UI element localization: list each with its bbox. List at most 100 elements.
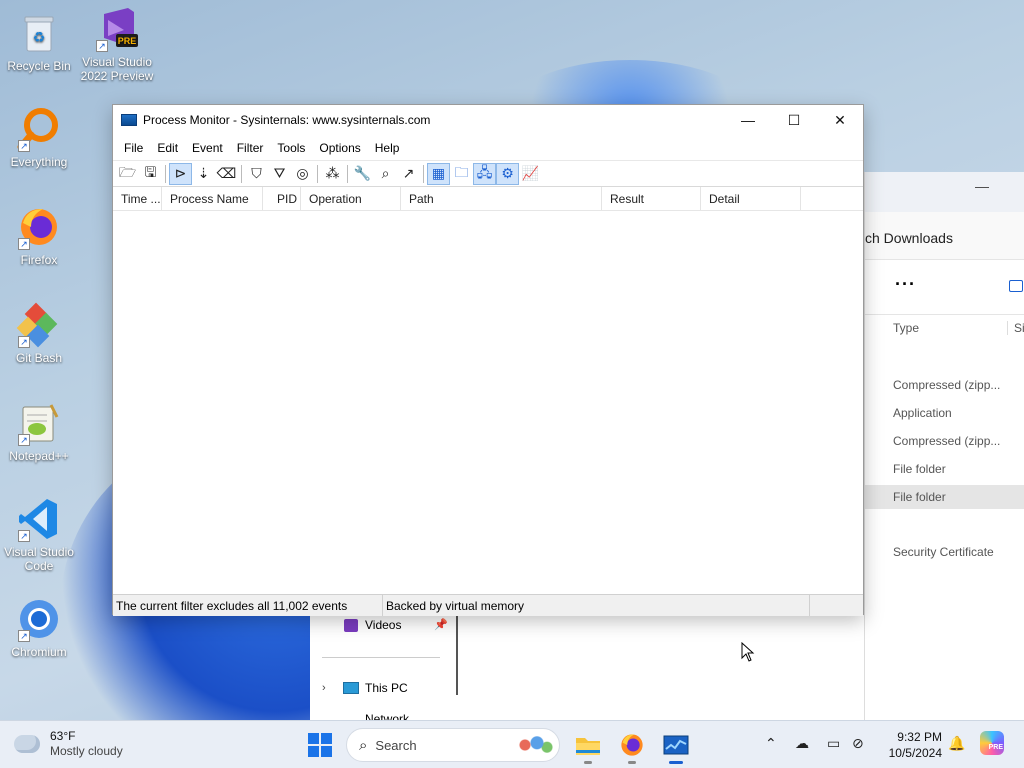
taskbar-firefox[interactable] <box>616 729 648 764</box>
notepad-plus-plus-icon: ↗ <box>16 400 62 446</box>
explorer-content-area <box>466 615 864 720</box>
menu-help[interactable]: Help <box>368 141 407 155</box>
weather-condition: Mostly cloudy <box>50 744 123 758</box>
process-tree-icon[interactable]: ⁂ <box>321 163 344 185</box>
network-icon[interactable]: ⊘ <box>852 735 864 752</box>
shortcut-arrow-icon: ↗ <box>18 630 30 642</box>
explorer-column-header: Type Siz <box>865 315 1024 343</box>
desktop-icon-git-bash[interactable]: ↗ Git Bash <box>0 302 78 365</box>
pin-icon: 📌 <box>434 619 448 631</box>
taskbar: 63°F Mostly cloudy ⌕ Search ⌃ ☁ ▭ ⊘ 9:32… <box>0 720 1024 768</box>
desktop-icon-label: Git Bash <box>15 351 63 365</box>
autoscroll-icon[interactable]: ⇣ <box>192 163 215 185</box>
desktop-icon-chromium[interactable]: ↗ Chromium <box>0 596 78 659</box>
minimize-button[interactable]: — <box>725 105 771 135</box>
status-memory-text: Backed by virtual memory <box>383 595 810 616</box>
procmon-titlebar[interactable]: Process Monitor - Sysinternals: www.sysi… <box>113 105 863 135</box>
show-process-icon[interactable]: ⚙ <box>496 162 519 185</box>
show-registry-icon[interactable]: ▦ <box>427 162 450 185</box>
desktop-icon-everything[interactable]: ↗ Everything <box>0 106 78 169</box>
menu-file[interactable]: File <box>117 141 150 155</box>
explorer-address-bar[interactable]: ch Downloads <box>865 212 1024 260</box>
desktop-icon-visual-studio[interactable]: PRE ↗ Visual Studio 2022 Preview <box>78 6 156 83</box>
maximize-button[interactable]: ☐ <box>771 105 817 135</box>
event-list[interactable] <box>113 211 863 594</box>
chevron-up-icon[interactable]: ⌃ <box>765 735 777 752</box>
menu-tools[interactable]: Tools <box>270 141 312 155</box>
menu-filter[interactable]: Filter <box>230 141 271 155</box>
column-pid[interactable]: PID <box>263 187 301 210</box>
everything-search-icon: ↗ <box>16 106 62 152</box>
recycle-bin-icon: ♻ <box>16 10 62 56</box>
desktop-icon-notepad-plus-plus[interactable]: ↗ Notepad++ <box>0 400 78 463</box>
resize-grip[interactable] <box>810 595 863 616</box>
taskbar-process-monitor[interactable] <box>660 729 692 764</box>
search-icon: ⌕ <box>359 736 368 754</box>
running-indicator <box>669 761 683 764</box>
menu-event[interactable]: Event <box>185 141 230 155</box>
menu-options[interactable]: Options <box>312 141 367 155</box>
system-clock[interactable]: 9:32 PM 10/5/2024 <box>886 729 942 761</box>
list-item[interactable]: Compressed (zipp... <box>865 429 1024 453</box>
nav-item-videos[interactable]: Videos <box>365 618 401 632</box>
nav-scrollbar[interactable] <box>456 615 458 695</box>
toolbar-separator <box>317 164 318 183</box>
start-button[interactable] <box>308 733 332 757</box>
menu-edit[interactable]: Edit <box>150 141 185 155</box>
save-icon[interactable]: 🖫 <box>139 163 162 185</box>
column-detail[interactable]: Detail <box>701 187 801 210</box>
clear-icon[interactable]: ⌫ <box>215 163 238 185</box>
taskbar-file-explorer[interactable] <box>572 729 604 764</box>
this-pc-icon <box>343 682 359 694</box>
process-monitor-window: Process Monitor - Sysinternals: www.sysi… <box>112 104 864 616</box>
include-process-icon[interactable]: ◎ <box>291 163 314 185</box>
list-item[interactable]: Security Certificate <box>865 540 1024 564</box>
column-path[interactable]: Path <box>401 187 602 210</box>
weather-widget[interactable]: 63°F Mostly cloudy <box>14 729 123 759</box>
highlight-icon[interactable]: ⛛ <box>268 163 291 185</box>
show-filesystem-icon[interactable]: 🗀 <box>450 163 473 185</box>
column-operation[interactable]: Operation <box>301 187 401 210</box>
list-item[interactable]: File folder <box>865 457 1024 481</box>
shortcut-arrow-icon: ↗ <box>18 238 30 250</box>
search-placeholder: Search <box>375 737 417 753</box>
visual-studio-icon: PRE ↗ <box>94 6 140 52</box>
notification-bell-icon[interactable]: 🔔 <box>948 735 965 752</box>
shortcut-arrow-icon: ↗ <box>18 434 30 446</box>
explorer-minimize-button[interactable]: — <box>975 178 989 194</box>
chromium-icon: ↗ <box>16 596 62 642</box>
find-icon[interactable]: ⌕ <box>374 163 397 185</box>
desktop-icon-firefox[interactable]: ↗ Firefox <box>0 204 78 267</box>
list-item[interactable]: Compressed (zipp... <box>865 373 1024 397</box>
nav-item-this-pc[interactable]: This PC <box>365 681 408 695</box>
desktop-icon-vscode[interactable]: ↗ Visual Studio Code <box>0 496 78 573</box>
close-button[interactable]: ✕ <box>817 105 863 135</box>
show-profiling-icon[interactable]: 📈 <box>519 163 542 185</box>
taskbar-search-box[interactable]: ⌕ Search <box>346 728 560 762</box>
list-item-selected[interactable]: File folder <box>865 485 1024 509</box>
column-time[interactable]: Time ... <box>113 187 162 210</box>
toolbar: 🗁 🖫 ⊳ ⇣ ⌫ ⛉ ⛛ ◎ ⁂ 🔧 ⌕ ↗ ▦ 🗀 🖧 ⚙ 📈 <box>113 161 863 187</box>
column-process-name[interactable]: Process Name <box>162 187 263 210</box>
show-network-icon[interactable]: 🖧 <box>473 162 496 185</box>
desktop-icon-label: Recycle Bin <box>7 59 71 73</box>
onedrive-icon[interactable]: ☁ <box>795 735 809 752</box>
more-options-button[interactable]: ··· <box>895 274 916 295</box>
column-result[interactable]: Result <box>602 187 701 210</box>
capture-icon[interactable]: ⊳ <box>169 162 192 185</box>
column-size[interactable]: Siz <box>1007 321 1024 335</box>
shortcut-arrow-icon: ↗ <box>18 140 30 152</box>
open-icon[interactable]: 🗁 <box>116 163 139 185</box>
desktop-icon-recycle-bin[interactable]: ♻ Recycle Bin <box>0 10 78 73</box>
jump-to-icon[interactable]: ↗ <box>397 163 420 185</box>
list-item[interactable]: Application <box>865 401 1024 425</box>
toolbar-separator <box>347 164 348 183</box>
properties-wrench-icon[interactable]: 🔧 <box>351 163 374 185</box>
chevron-right-icon[interactable]: › <box>322 682 326 694</box>
explorer-command-bar: ··· <box>865 260 1024 315</box>
filter-icon[interactable]: ⛉ <box>245 163 268 185</box>
copilot-icon[interactable]: PRE <box>980 731 1004 755</box>
display-icon[interactable]: ▭ <box>827 735 840 752</box>
details-pane-icon[interactable] <box>1009 280 1023 292</box>
column-type[interactable]: Type <box>893 321 919 335</box>
